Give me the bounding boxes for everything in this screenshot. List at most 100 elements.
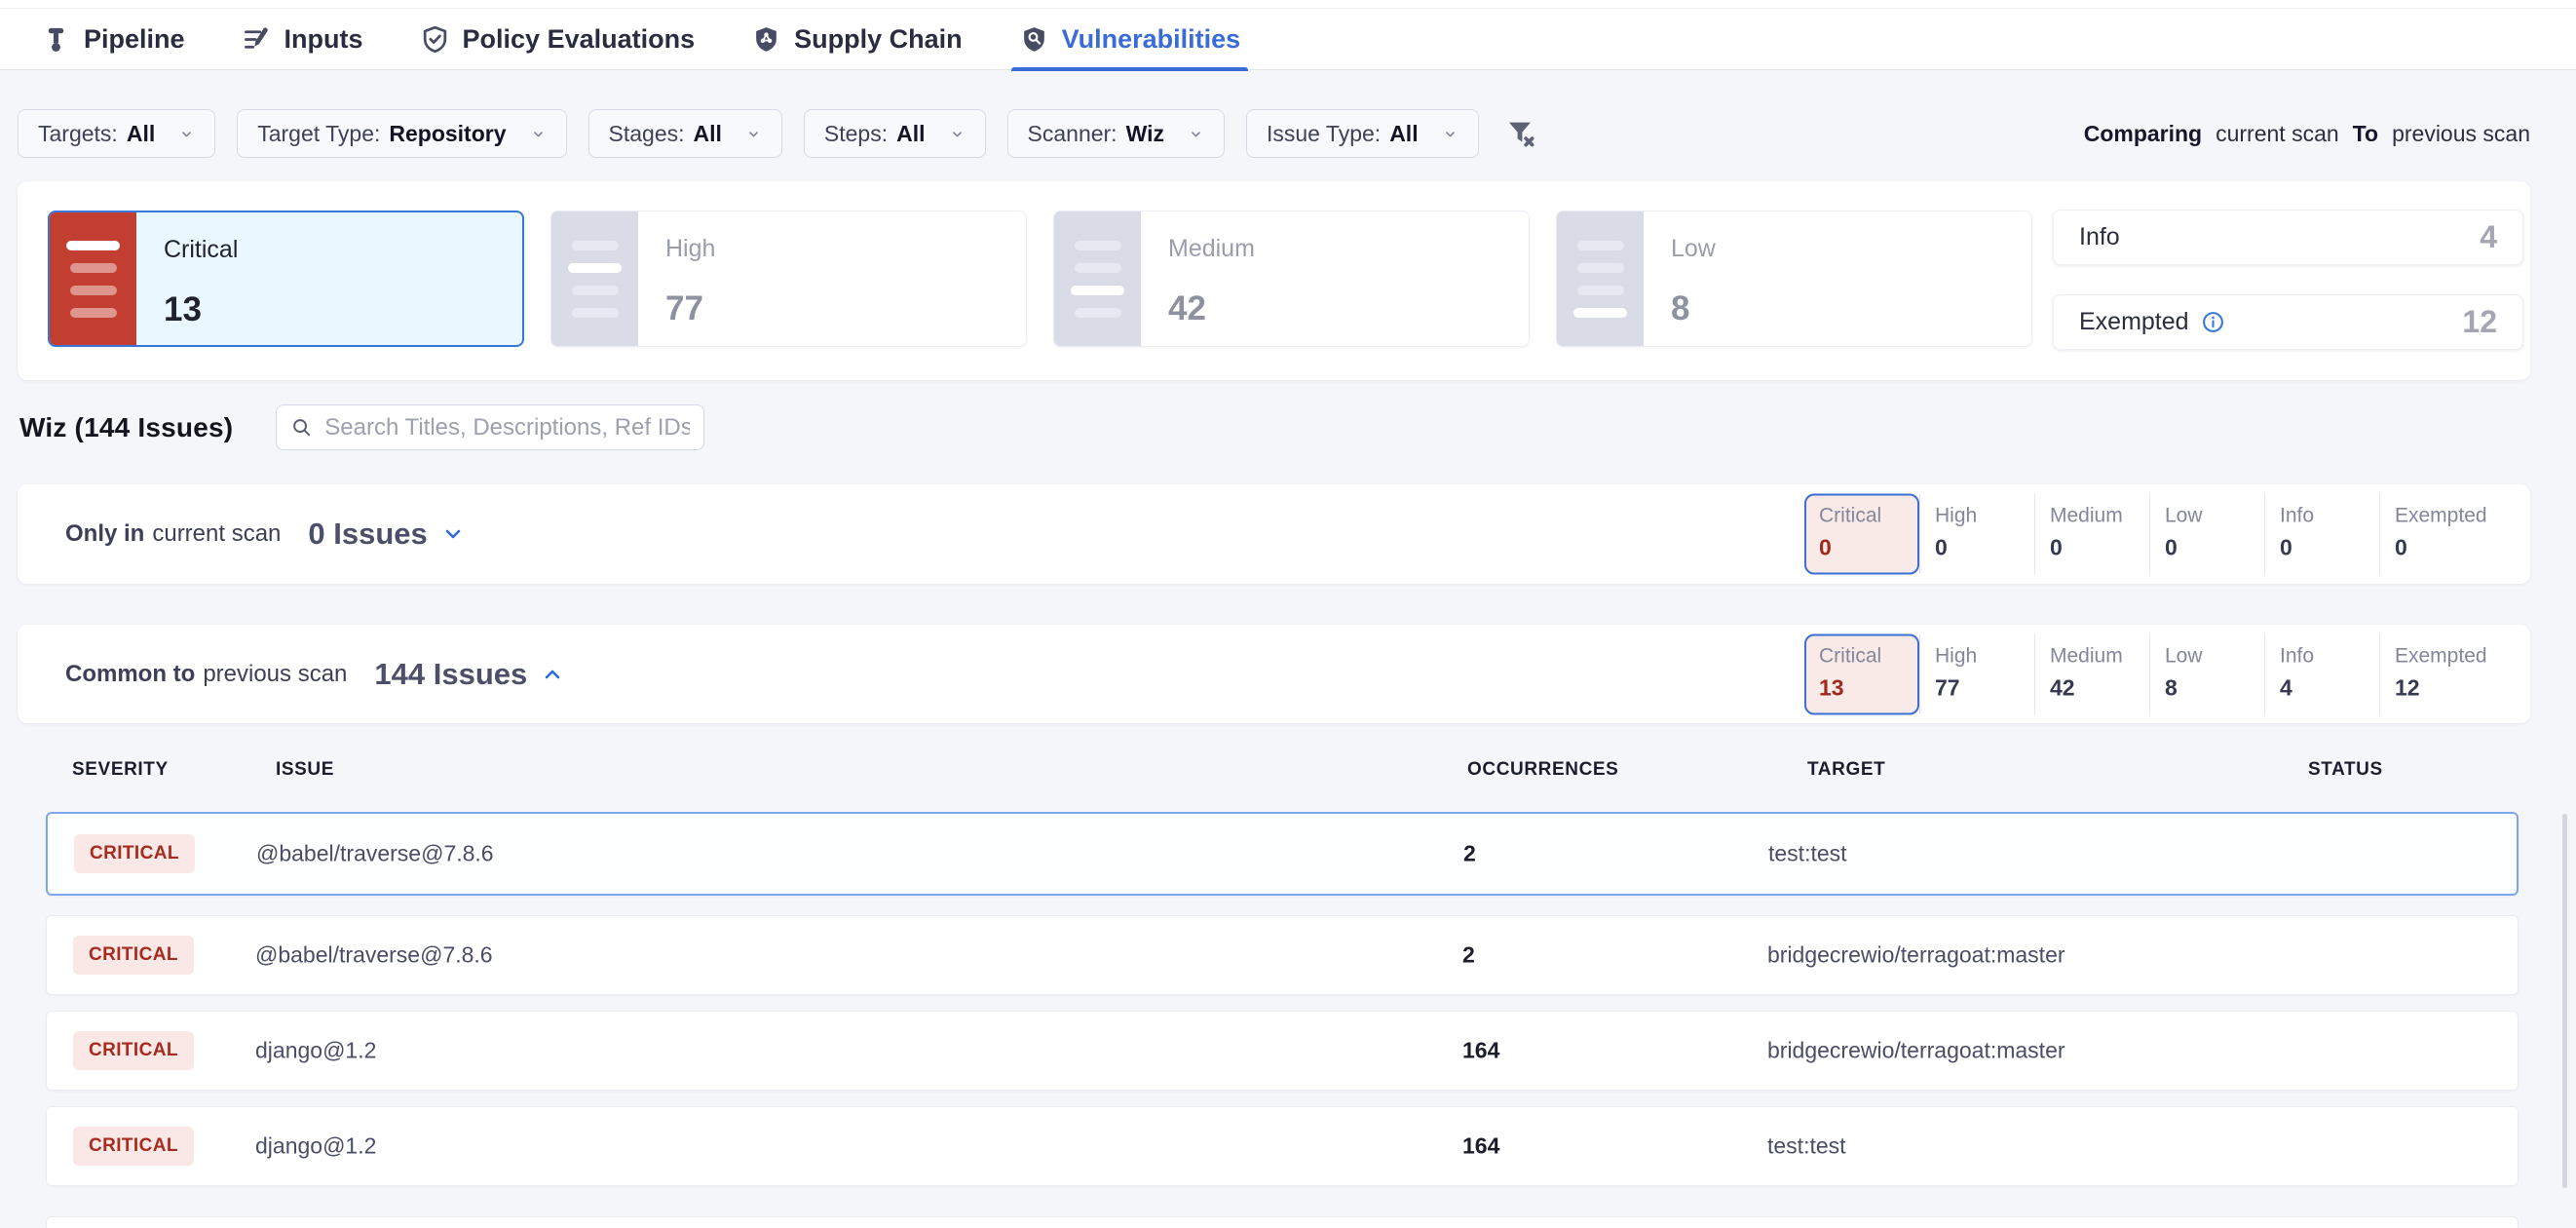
issue-name: @babel/traverse@7.8.6 [256, 841, 494, 867]
filter-value: All [896, 121, 925, 147]
chip-label: Critical [1819, 505, 1917, 528]
scanner-header-row: Wiz (144 Issues) [19, 404, 2530, 450]
info-label: Info [2079, 223, 2120, 251]
chip-critical[interactable]: Critical 0 [1804, 494, 1919, 575]
info-card[interactable]: Info 4 [2053, 210, 2523, 265]
target-value: test:test [1767, 1133, 1846, 1160]
chip-label: Exempted [2395, 505, 2494, 528]
column-header-issue: ISSUE [276, 759, 334, 781]
tab-policy-evaluations[interactable]: Policy Evaluations [420, 9, 696, 70]
tab-pipeline[interactable]: Pipeline [41, 9, 185, 70]
exempted-card[interactable]: Exempted 12 [2053, 294, 2523, 350]
only-in-current-scan-section: Only in current scan 0 Issues Critical 0… [18, 484, 2530, 584]
target-value: bridgecrewio/terragoat:master [1767, 1038, 2065, 1064]
tab-vulnerabilities[interactable]: Vulnerabilities [1019, 9, 1241, 70]
target-value: bridgecrewio/terragoat:master [1767, 942, 2065, 969]
filter-value: Wiz [1126, 121, 1164, 147]
issue-type-filter-dropdown[interactable]: Issue Type: All [1246, 109, 1479, 158]
chip-count: 0 [2395, 535, 2494, 561]
table-row[interactable]: CRITICAL django@1.2 164 bridgecrewio/ter… [46, 1011, 2519, 1091]
chip-medium[interactable]: Medium 42 [2034, 633, 2149, 714]
tab-label: Pipeline [84, 24, 185, 55]
chip-count: 8 [2165, 674, 2264, 701]
chip-critical[interactable]: Critical 13 [1804, 633, 1919, 714]
chevron-down-icon[interactable] [441, 522, 465, 546]
chip-label: High [1935, 644, 2034, 668]
tab-label: Vulnerabilities [1062, 24, 1241, 55]
severity-card-medium[interactable]: Medium 42 [1053, 211, 1530, 347]
severity-card-label: Medium [1168, 235, 1255, 263]
section-issue-count[interactable]: 0 Issues [308, 517, 427, 552]
severity-cards: Critical 13 High 77 Medium 4 [48, 211, 2032, 347]
vulnerabilities-icon [1019, 24, 1049, 55]
filter-value: All [127, 121, 155, 147]
chip-count: 42 [2050, 674, 2149, 701]
comparing-to-keyword: To [2353, 121, 2378, 146]
chevron-down-icon [178, 126, 195, 142]
filter-value: Repository [389, 121, 506, 147]
chip-exempted[interactable]: Exempted 0 [2379, 494, 2494, 575]
severity-badge: CRITICAL [73, 936, 194, 975]
info-circle-icon[interactable] [2201, 310, 2225, 334]
clear-filters-icon[interactable] [1504, 117, 1537, 150]
chip-low[interactable]: Low 8 [2149, 633, 2264, 714]
severity-bars-icon [551, 211, 638, 346]
stages-filter-dropdown[interactable]: Stages: All [588, 109, 782, 158]
chip-count: 0 [2280, 535, 2379, 561]
chip-medium[interactable]: Medium 0 [2034, 494, 2149, 575]
scrollbar[interactable] [2562, 814, 2567, 1188]
exempted-count: 12 [2462, 304, 2497, 340]
severity-card-low[interactable]: Low 8 [1556, 211, 2032, 347]
chip-label: Critical [1819, 644, 1917, 668]
top-tab-bar: Pipeline Inputs Policy Evaluations Suppl… [0, 0, 2576, 70]
chip-high[interactable]: High 0 [1919, 494, 2034, 575]
target-value: test:test [1768, 841, 1847, 867]
chip-label: Low [2165, 505, 2264, 528]
vulnerabilities-page: Pipeline Inputs Policy Evaluations Suppl… [0, 0, 2576, 1228]
chip-high[interactable]: High 77 [1919, 633, 2034, 714]
chevron-up-icon[interactable] [541, 663, 564, 686]
section-summary: Only in current scan 0 Issues [65, 484, 465, 584]
tab-label: Inputs [284, 24, 363, 55]
search-box[interactable] [276, 404, 704, 450]
chip-exempted[interactable]: Exempted 12 [2379, 633, 2494, 714]
chip-label: Low [2165, 644, 2264, 668]
chip-info[interactable]: Info 4 [2264, 633, 2379, 714]
occurrences-value: 2 [1463, 841, 1476, 867]
section-issue-count[interactable]: 144 Issues [374, 657, 527, 692]
info-count: 4 [2480, 219, 2497, 255]
chevron-down-icon [949, 126, 966, 142]
occurrences-value: 164 [1462, 1038, 1499, 1064]
section-keyword: Common to [65, 661, 195, 688]
severity-card-count: 13 [164, 290, 238, 329]
search-input[interactable] [324, 414, 690, 441]
filter-label: Targets: [38, 121, 118, 147]
tab-inputs[interactable]: Inputs [242, 9, 363, 70]
issue-name: @babel/traverse@7.8.6 [255, 942, 493, 969]
severity-bars-icon [50, 212, 136, 345]
severity-card-critical[interactable]: Critical 13 [48, 211, 524, 347]
section-scan-label: previous scan [203, 661, 347, 688]
comparing-previous: previous scan [2392, 121, 2530, 146]
chip-low[interactable]: Low 0 [2149, 494, 2264, 575]
severity-card-count: 77 [665, 289, 715, 328]
scanner-filter-dropdown[interactable]: Scanner: Wiz [1007, 109, 1225, 158]
severity-card-label: Critical [164, 236, 238, 264]
table-row[interactable]: CRITICAL @babel/traverse@7.8.6 2 test:te… [46, 812, 2519, 896]
chip-label: Exempted [2395, 644, 2494, 668]
chip-count: 0 [1819, 535, 1917, 561]
occurrences-value: 2 [1462, 942, 1475, 969]
filter-bar: Targets: All Target Type: Repository Sta… [18, 109, 2530, 158]
target-type-filter-dropdown[interactable]: Target Type: Repository [237, 109, 566, 158]
tab-supply-chain[interactable]: Supply Chain [751, 9, 963, 70]
severity-card-count: 42 [1168, 289, 1255, 328]
issue-name: django@1.2 [255, 1133, 376, 1160]
column-header-severity: SEVERITY [72, 759, 169, 781]
filter-value: All [694, 121, 722, 147]
steps-filter-dropdown[interactable]: Steps: All [804, 109, 986, 158]
chip-info[interactable]: Info 0 [2264, 494, 2379, 575]
severity-card-high[interactable]: High 77 [550, 211, 1027, 347]
table-row[interactable]: CRITICAL @babel/traverse@7.8.6 2 bridgec… [46, 915, 2519, 995]
targets-filter-dropdown[interactable]: Targets: All [18, 109, 215, 158]
table-row[interactable]: CRITICAL django@1.2 164 test:test [46, 1106, 2519, 1186]
